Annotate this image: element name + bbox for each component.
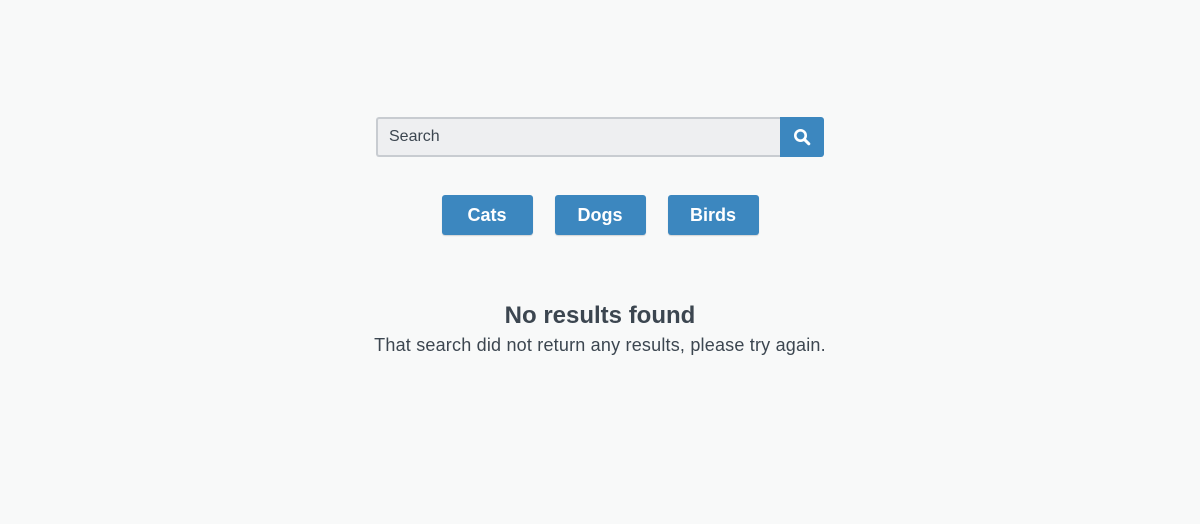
empty-state: No results found That search did not ret… [0, 300, 1200, 358]
category-button-birds[interactable]: Birds [667, 195, 759, 235]
category-button-cats[interactable]: Cats [441, 195, 533, 235]
search-page: Cats Dogs Birds No results found That se… [0, 0, 1200, 524]
search-button[interactable] [780, 117, 824, 157]
category-buttons: Cats Dogs Birds [0, 195, 1200, 235]
search-form [376, 117, 824, 157]
category-button-dogs[interactable]: Dogs [554, 195, 646, 235]
search-icon [794, 129, 811, 146]
empty-state-message: That search did not return any results, … [374, 335, 826, 355]
empty-state-title: No results found [504, 302, 696, 329]
search-input[interactable] [376, 117, 780, 157]
